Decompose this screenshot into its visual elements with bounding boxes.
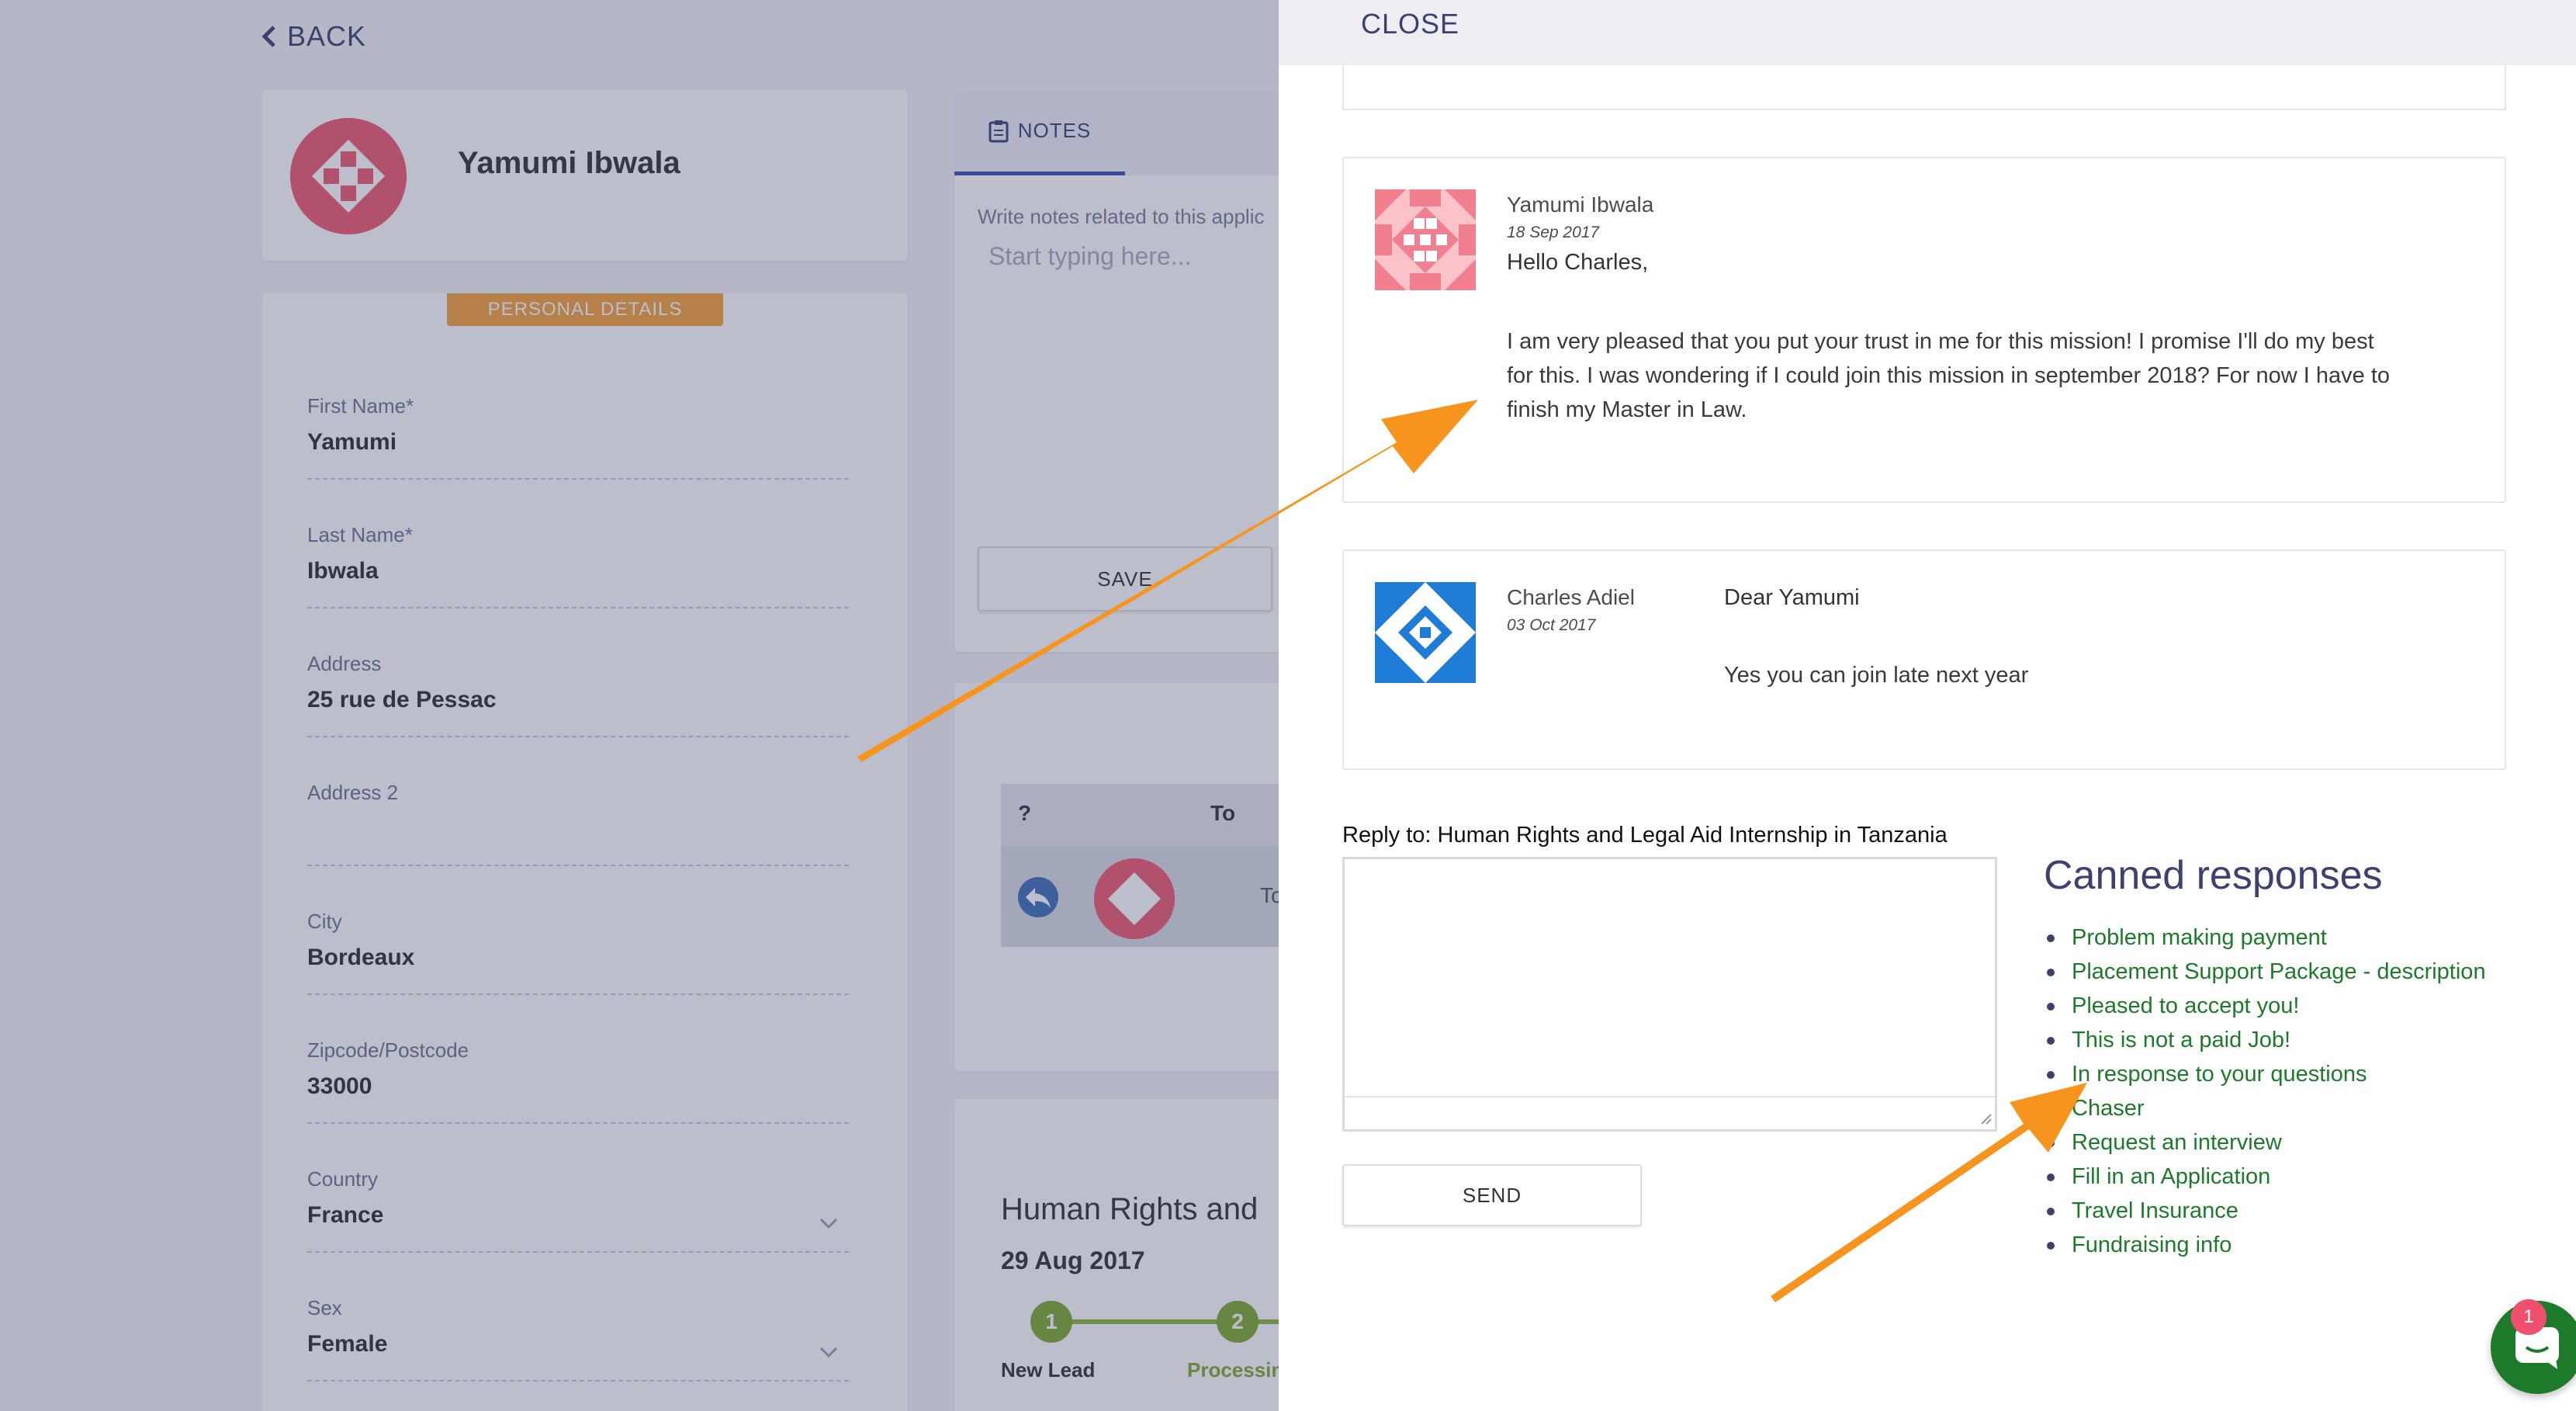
reply-label: Reply to: Human Rights and Legal Aid Int… xyxy=(1342,823,1948,848)
message-author: Yamumi Ibwala xyxy=(1507,192,1654,217)
previous-message-box xyxy=(1342,65,2506,110)
message-body: I am very pleased that you put your trus… xyxy=(1507,329,2391,422)
panel-header: CLOSE xyxy=(1279,0,2576,65)
message-author: Charles Adiel xyxy=(1507,585,1635,609)
send-button[interactable]: SEND xyxy=(1342,1164,1642,1226)
message-date: 03 Oct 2017 xyxy=(1507,616,1596,634)
reply-footer-divider xyxy=(1345,1096,1995,1097)
canned-response-item[interactable]: Travel Insurance xyxy=(2044,1194,2509,1228)
avatar xyxy=(1375,582,1476,683)
canned-response-item[interactable]: Pleased to accept you! xyxy=(2044,989,2509,1023)
canned-response-item[interactable]: Request an interview xyxy=(2044,1125,2509,1160)
canned-responses-title: Canned responses xyxy=(2044,853,2383,898)
canned-response-item[interactable]: Fundraising info xyxy=(2044,1228,2509,1262)
conversation-panel: CLOSE Yamumi Ibwala 18 Sep 2017 Hello Ch… xyxy=(1279,0,2576,1411)
canned-response-item[interactable]: Chaser xyxy=(2044,1091,2509,1125)
message-card: Charles Adiel 03 Oct 2017 Dear Yamumi Ye… xyxy=(1342,549,2506,770)
avatar xyxy=(1375,189,1476,290)
message-greeting: Hello Charles, xyxy=(1507,250,1649,275)
canned-response-item[interactable]: Placement Support Package - description xyxy=(2044,955,2509,989)
notification-badge: 1 xyxy=(2511,1299,2547,1335)
message-greeting: Dear Yamumi xyxy=(1724,585,1860,610)
canned-response-item[interactable]: In response to your questions xyxy=(2044,1057,2509,1091)
message-date: 18 Sep 2017 xyxy=(1507,224,1600,241)
canned-response-item[interactable]: Fill in an Application xyxy=(2044,1160,2509,1194)
canned-response-item[interactable]: This is not a paid Job! xyxy=(2044,1023,2509,1057)
resize-grip-icon[interactable] xyxy=(1977,1110,1993,1125)
reply-textarea[interactable] xyxy=(1342,857,1997,1132)
close-button[interactable]: CLOSE xyxy=(1361,8,1459,40)
canned-response-item[interactable]: Problem making payment xyxy=(2044,920,2509,955)
message-card: Yamumi Ibwala 18 Sep 2017 Hello Charles,… xyxy=(1342,157,2506,503)
canned-responses-list: Problem making payment Placement Support… xyxy=(2044,920,2509,1262)
message-body: Yes you can join late next year xyxy=(1724,663,2029,688)
